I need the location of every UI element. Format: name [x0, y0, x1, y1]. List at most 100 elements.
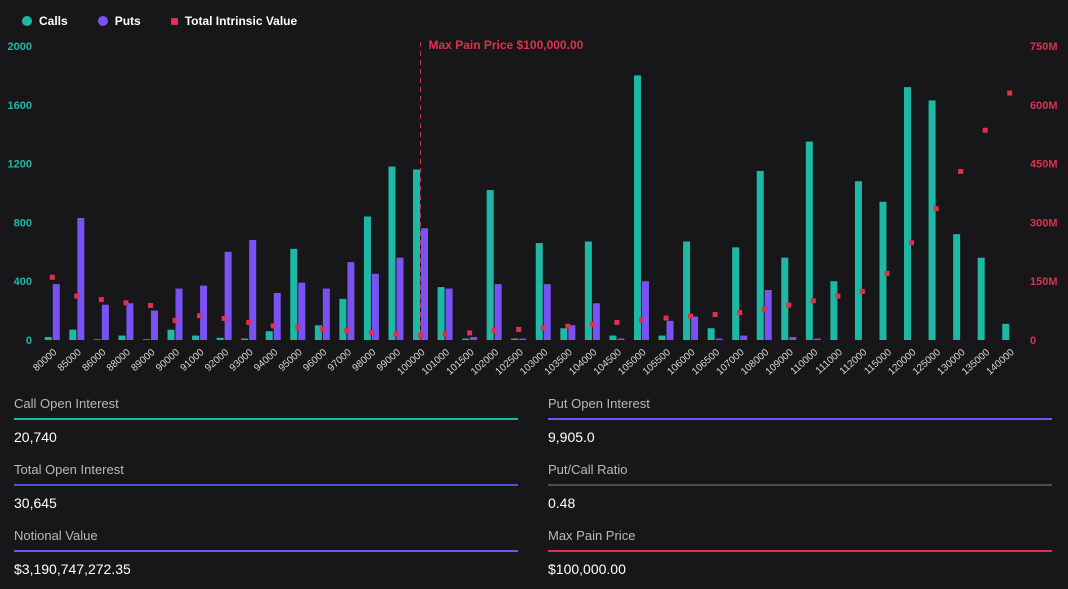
- intrinsic-value-point[interactable]: [344, 328, 349, 333]
- calls-bar[interactable]: [388, 167, 395, 340]
- intrinsic-value-point[interactable]: [565, 324, 570, 329]
- intrinsic-value-point[interactable]: [492, 328, 497, 333]
- calls-bar[interactable]: [217, 338, 224, 340]
- intrinsic-value-point[interactable]: [320, 327, 325, 332]
- puts-bar[interactable]: [102, 305, 109, 340]
- intrinsic-value-point[interactable]: [909, 240, 914, 245]
- calls-bar[interactable]: [659, 336, 666, 340]
- calls-bar[interactable]: [904, 87, 911, 340]
- intrinsic-value-point[interactable]: [614, 320, 619, 325]
- intrinsic-value-point[interactable]: [860, 289, 865, 294]
- intrinsic-value-point[interactable]: [983, 128, 988, 133]
- puts-bar[interactable]: [249, 240, 256, 340]
- calls-bar[interactable]: [413, 169, 420, 340]
- intrinsic-value-point[interactable]: [934, 206, 939, 211]
- calls-bar[interactable]: [929, 100, 936, 340]
- calls-bar[interactable]: [560, 328, 567, 340]
- puts-bar[interactable]: [298, 283, 305, 340]
- intrinsic-value-point[interactable]: [173, 318, 178, 323]
- puts-bar[interactable]: [814, 339, 821, 340]
- puts-bar[interactable]: [225, 252, 232, 340]
- puts-bar[interactable]: [544, 284, 551, 340]
- calls-bar[interactable]: [634, 75, 641, 340]
- intrinsic-value-point[interactable]: [246, 320, 251, 325]
- puts-bar[interactable]: [396, 258, 403, 340]
- legend-item-calls[interactable]: Calls: [22, 14, 68, 28]
- legend-item-intrinsic[interactable]: Total Intrinsic Value: [171, 14, 297, 28]
- calls-bar[interactable]: [192, 336, 199, 340]
- intrinsic-value-point[interactable]: [713, 312, 718, 317]
- intrinsic-value-point[interactable]: [467, 330, 472, 335]
- puts-bar[interactable]: [176, 289, 183, 340]
- calls-bar[interactable]: [609, 336, 616, 340]
- intrinsic-value-point[interactable]: [1007, 91, 1012, 96]
- puts-bar[interactable]: [716, 339, 723, 340]
- calls-bar[interactable]: [830, 281, 837, 340]
- calls-bar[interactable]: [511, 339, 518, 340]
- intrinsic-value-point[interactable]: [639, 318, 644, 323]
- puts-bar[interactable]: [77, 218, 84, 340]
- intrinsic-value-point[interactable]: [222, 316, 227, 321]
- puts-bar[interactable]: [593, 303, 600, 340]
- intrinsic-value-point[interactable]: [811, 298, 816, 303]
- puts-bar[interactable]: [274, 293, 281, 340]
- calls-bar[interactable]: [781, 258, 788, 340]
- puts-bar[interactable]: [642, 281, 649, 340]
- puts-bar[interactable]: [470, 337, 477, 340]
- calls-bar[interactable]: [118, 336, 125, 340]
- calls-bar[interactable]: [757, 171, 764, 340]
- intrinsic-value-point[interactable]: [443, 332, 448, 337]
- calls-bar[interactable]: [69, 330, 76, 340]
- intrinsic-value-point[interactable]: [786, 303, 791, 308]
- puts-bar[interactable]: [617, 339, 624, 340]
- calls-bar[interactable]: [953, 234, 960, 340]
- puts-bar[interactable]: [789, 337, 796, 340]
- puts-bar[interactable]: [519, 339, 526, 340]
- calls-bar[interactable]: [806, 142, 813, 340]
- calls-bar[interactable]: [364, 217, 371, 340]
- calls-bar[interactable]: [266, 331, 273, 340]
- legend-item-puts[interactable]: Puts: [98, 14, 141, 28]
- intrinsic-value-point[interactable]: [197, 313, 202, 318]
- calls-bar[interactable]: [683, 242, 690, 340]
- calls-bar[interactable]: [978, 258, 985, 340]
- intrinsic-value-point[interactable]: [393, 332, 398, 337]
- calls-bar[interactable]: [168, 330, 175, 340]
- intrinsic-value-point[interactable]: [737, 310, 742, 315]
- intrinsic-value-point[interactable]: [369, 330, 374, 335]
- intrinsic-value-point[interactable]: [541, 325, 546, 330]
- calls-bar[interactable]: [855, 181, 862, 340]
- intrinsic-value-point[interactable]: [884, 271, 889, 276]
- chart-canvas[interactable]: 04008001200160020000150M300M450M600M750M…: [0, 34, 1068, 386]
- options-open-interest-chart[interactable]: 04008001200160020000150M300M450M600M750M…: [0, 34, 1068, 386]
- intrinsic-value-point[interactable]: [74, 294, 79, 299]
- puts-bar[interactable]: [151, 311, 158, 340]
- calls-bar[interactable]: [45, 337, 52, 340]
- puts-bar[interactable]: [126, 303, 133, 340]
- intrinsic-value-point[interactable]: [271, 323, 276, 328]
- intrinsic-value-point[interactable]: [835, 294, 840, 299]
- puts-bar[interactable]: [421, 228, 428, 340]
- puts-bar[interactable]: [667, 321, 674, 340]
- intrinsic-value-point[interactable]: [123, 300, 128, 305]
- calls-bar[interactable]: [241, 339, 248, 340]
- puts-bar[interactable]: [765, 290, 772, 340]
- intrinsic-value-point[interactable]: [958, 169, 963, 174]
- puts-bar[interactable]: [200, 286, 207, 340]
- intrinsic-value-point[interactable]: [99, 297, 104, 302]
- intrinsic-value-point[interactable]: [295, 325, 300, 330]
- calls-bar[interactable]: [94, 339, 101, 340]
- intrinsic-value-point[interactable]: [664, 316, 669, 321]
- intrinsic-value-point[interactable]: [148, 303, 153, 308]
- puts-bar[interactable]: [53, 284, 60, 340]
- intrinsic-value-point[interactable]: [516, 327, 521, 332]
- intrinsic-value-point[interactable]: [590, 322, 595, 327]
- puts-bar[interactable]: [740, 336, 747, 340]
- calls-bar[interactable]: [339, 299, 346, 340]
- calls-bar[interactable]: [732, 247, 739, 340]
- intrinsic-value-point[interactable]: [688, 314, 693, 319]
- calls-bar[interactable]: [462, 339, 469, 340]
- intrinsic-value-point[interactable]: [50, 275, 55, 280]
- puts-bar[interactable]: [691, 316, 698, 340]
- puts-bar[interactable]: [323, 289, 330, 340]
